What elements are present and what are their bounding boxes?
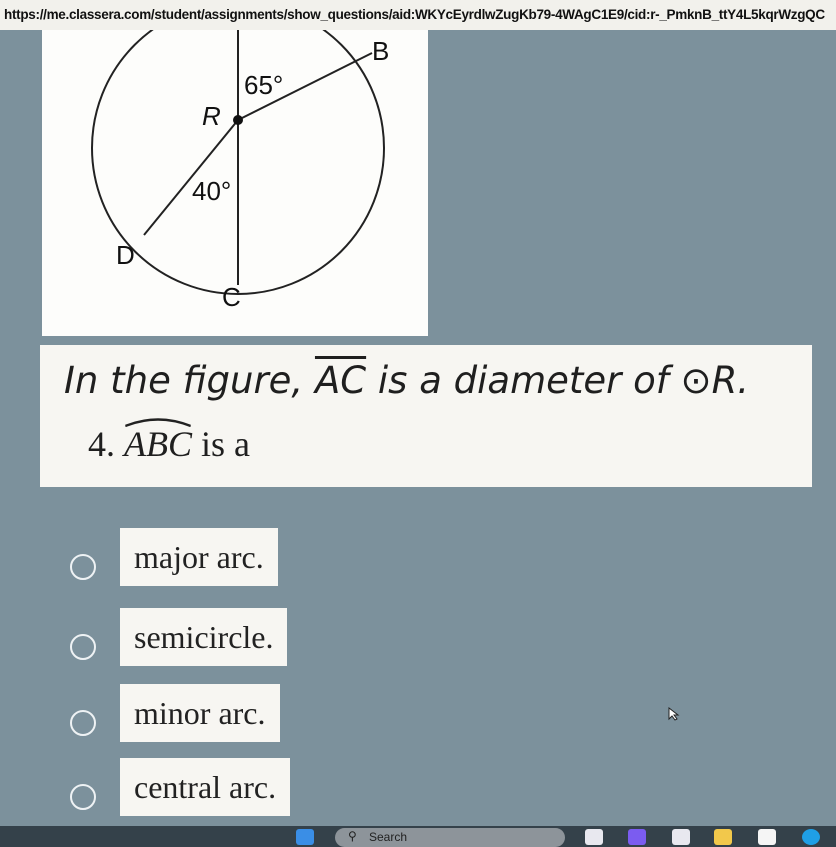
radio-button[interactable] bbox=[70, 710, 96, 736]
search-label: Search bbox=[369, 830, 408, 844]
url-text: https://me.classera.com/student/assignme… bbox=[4, 7, 825, 22]
taskbar-search[interactable]: Search bbox=[335, 828, 565, 847]
figure-panel: B R D C 65° 40° bbox=[42, 1, 428, 336]
option-minor-arc[interactable]: minor arc. bbox=[0, 684, 320, 754]
circle-figure: B R D C 65° 40° bbox=[91, 1, 389, 312]
option-label[interactable]: minor arc. bbox=[120, 684, 280, 742]
label-d: D bbox=[116, 240, 135, 270]
stem-suffix: is a bbox=[201, 424, 250, 464]
label-b: B bbox=[372, 36, 389, 66]
label-r: R bbox=[202, 101, 221, 131]
angle-40-label: 40° bbox=[192, 176, 231, 206]
statement-middle: is a diameter of bbox=[377, 359, 669, 402]
angle-65-label: 65° bbox=[244, 70, 283, 100]
diameter-segment: AC bbox=[314, 359, 367, 402]
app-icon[interactable] bbox=[672, 829, 690, 845]
circle-name: R. bbox=[711, 359, 750, 402]
edge-icon[interactable] bbox=[802, 829, 820, 845]
option-label[interactable]: central arc. bbox=[120, 758, 291, 816]
question-stem: 4. ABC is a bbox=[88, 418, 250, 465]
radio-button[interactable] bbox=[70, 634, 96, 660]
widgets-icon[interactable] bbox=[585, 829, 603, 845]
circle-symbol: ⊙ bbox=[680, 359, 712, 402]
option-label[interactable]: semicircle. bbox=[120, 608, 288, 666]
search-icon: ⚲ bbox=[348, 829, 357, 843]
question-panel: In the figure, AC is a diameter of ⊙R. 4… bbox=[40, 345, 812, 487]
radio-button[interactable] bbox=[70, 784, 96, 810]
statement-prefix: In the figure, bbox=[64, 359, 304, 402]
arc-overline-icon bbox=[125, 418, 191, 427]
store-icon[interactable] bbox=[758, 829, 776, 845]
copilot-icon[interactable] bbox=[628, 829, 646, 845]
question-number: 4. bbox=[88, 424, 115, 464]
label-c: C bbox=[222, 282, 241, 312]
windows-start-icon[interactable] bbox=[296, 829, 314, 845]
option-central-arc[interactable]: central arc. bbox=[0, 758, 320, 828]
arc-name-text: ABC bbox=[124, 424, 192, 464]
option-label[interactable]: major arc. bbox=[120, 528, 278, 586]
address-bar[interactable]: https://me.classera.com/student/assignme… bbox=[0, 0, 836, 30]
folder-icon[interactable] bbox=[714, 829, 732, 845]
mouse-cursor-icon bbox=[668, 707, 680, 721]
radio-button[interactable] bbox=[70, 554, 96, 580]
option-major-arc[interactable]: major arc. bbox=[0, 528, 320, 598]
arc-name: ABC bbox=[124, 418, 192, 465]
question-statement: In the figure, AC is a diameter of ⊙R. bbox=[64, 359, 749, 402]
option-semicircle[interactable]: semicircle. bbox=[0, 608, 320, 678]
taskbar: Search ⚲ bbox=[0, 826, 836, 847]
center-point bbox=[233, 115, 243, 125]
